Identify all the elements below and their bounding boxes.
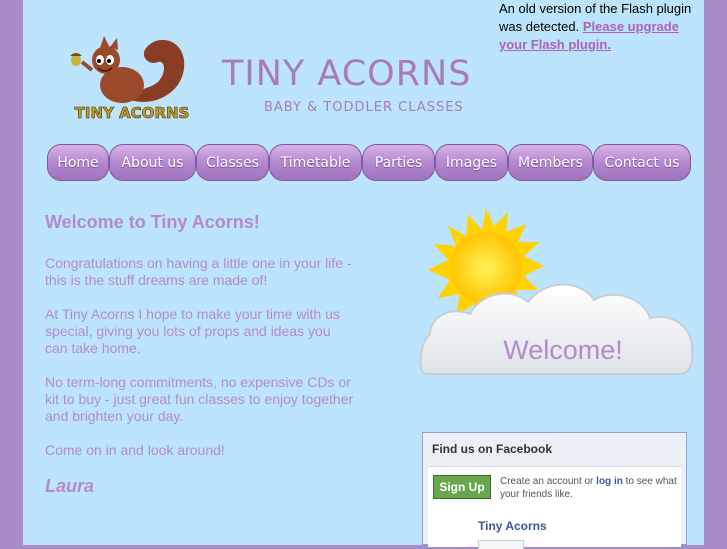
facebook-page-link[interactable]: Tiny Acorns — [478, 519, 547, 533]
facebook-text-before: Create an account or — [500, 476, 597, 487]
flash-notice: An old version of the Flash plugin was d… — [499, 0, 709, 54]
intro-paragraph-1: Congratulations on having a little one i… — [45, 255, 352, 288]
intro-paragraph-4: Come on in and look around! — [45, 442, 225, 458]
site-subtitle: BABY & TODDLER CLASSES — [264, 100, 464, 115]
intro-paragraph-2: At Tiny Acorns I hope to make your time … — [45, 306, 340, 356]
nav-classes-button[interactable]: Classes — [196, 144, 269, 181]
facebook-login-link[interactable]: log in — [596, 476, 623, 487]
facebook-signup-button[interactable]: Sign Up — [433, 475, 491, 499]
nav-contact-button[interactable]: Contact us — [593, 144, 691, 181]
facebook-inner: Sign Up Create an account or log in to s… — [428, 466, 681, 549]
signoff: Laura — [45, 476, 95, 496]
site-title: TINY ACORNS — [222, 54, 472, 94]
nav-parties-button[interactable]: Parties — [362, 144, 435, 181]
facebook-login-prompt: Create an account or log in to see what … — [500, 475, 680, 501]
sun-behind-cloud-icon: Welcome! — [419, 208, 694, 375]
welcome-banner-text: Welcome! — [503, 335, 623, 365]
nav-about-button[interactable]: About us — [109, 144, 196, 181]
intro-paragraph-3: No term-long commitments, no expensive C… — [45, 374, 354, 424]
nav-home-button[interactable]: Home — [47, 144, 109, 181]
welcome-heading: Welcome to Tiny Acorns! — [45, 212, 260, 232]
nav-timetable-button[interactable]: Timetable — [269, 144, 362, 181]
logo-text: TINY ACORNS — [75, 104, 190, 122]
facebook-widget: Find us on Facebook Sign Up Create an ac… — [422, 432, 687, 549]
main-content: Welcome to Tiny Acorns! Congratulations … — [45, 212, 355, 497]
squirrel-logo-icon[interactable]: TINY ACORNS — [62, 30, 202, 125]
nav-members-button[interactable]: Members — [508, 144, 593, 181]
nav-images-button[interactable]: Images — [435, 144, 508, 181]
facebook-title: Find us on Facebook — [432, 442, 553, 456]
